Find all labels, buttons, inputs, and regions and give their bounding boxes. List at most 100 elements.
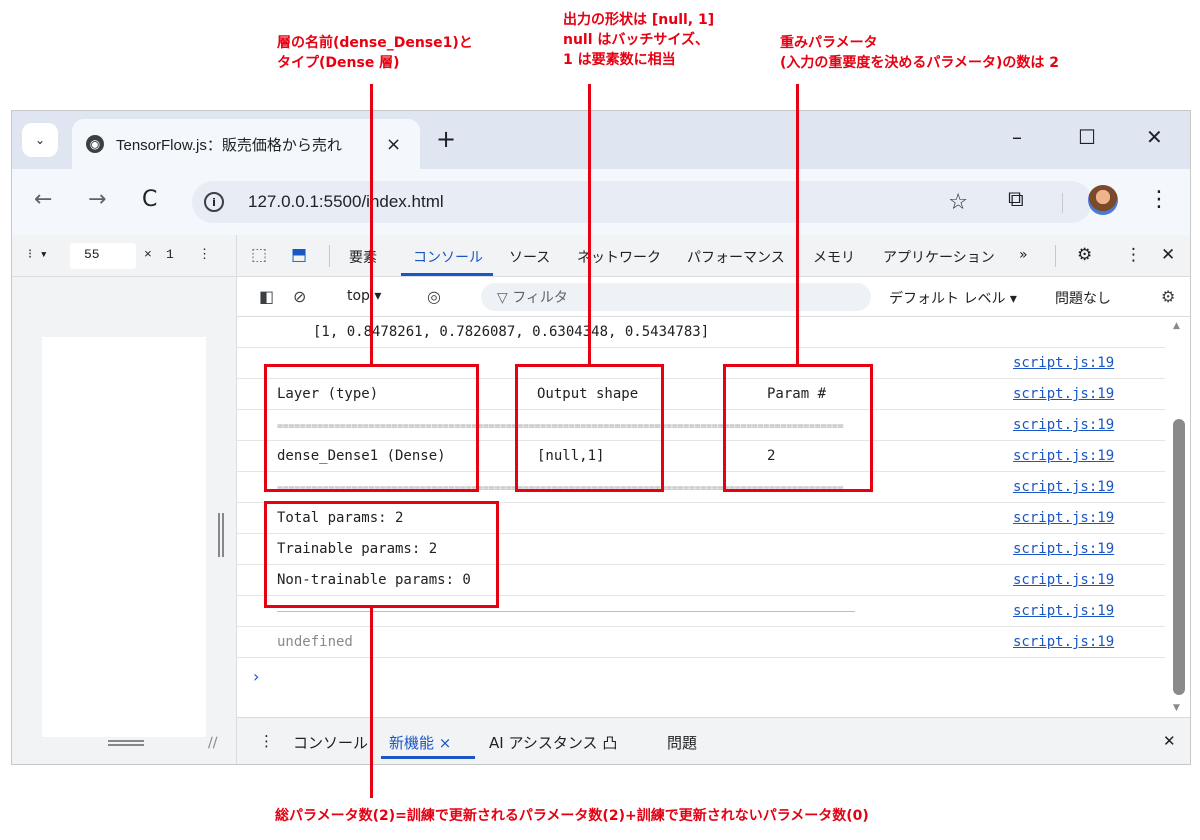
site-info-icon[interactable]: i [204, 192, 224, 212]
leader-line-totals [370, 606, 373, 798]
url-text[interactable]: 127.0.0.1:5500/index.html [248, 192, 444, 212]
width-input[interactable] [70, 243, 136, 269]
height-value[interactable]: 1 [166, 247, 174, 262]
reload-button[interactable]: C [142, 187, 157, 212]
device-toggle-icon[interactable]: ⬒ [291, 245, 307, 265]
tab-sources[interactable]: ソース [509, 247, 550, 267]
browser-tab[interactable]: ◉ TensorFlow.js：販売価格から売れ × [72, 119, 420, 169]
source-link[interactable]: script.js:19 [1013, 355, 1114, 371]
address-bar[interactable]: i 127.0.0.1:5500/index.html ☆ [192, 181, 1092, 223]
drawer-more-icon[interactable]: ⋮ [259, 732, 274, 750]
source-link[interactable]: script.js:19 [1013, 634, 1114, 650]
leader-line-output-shape [588, 84, 591, 366]
tab-close-icon[interactable]: × [386, 134, 401, 155]
source-link[interactable]: script.js:19 [1013, 417, 1114, 433]
tab-performance[interactable]: パフォーマンス [687, 247, 785, 267]
devtools-tabbar: ⬚ ⬒ 要素 コンソール ソース ネットワーク パフォーマンス メモリ アプリケ… [237, 235, 1190, 277]
device-more-icon[interactable]: ⋮ [198, 247, 211, 262]
page-preview [42, 337, 206, 737]
issues-counter[interactable]: 問題なし [1055, 288, 1111, 308]
console-scrollbar[interactable]: ▲ ▼ [1167, 317, 1189, 717]
close-window-button[interactable]: ✕ [1146, 125, 1163, 149]
bottom-drawer: ⋮ コンソール 新機能 × AI アシスタンス 凸 問題 ✕ [237, 717, 1190, 764]
width-value: 55 [84, 247, 100, 262]
highlight-box-params [723, 364, 873, 492]
annotation-params: 重みパラメータ (入力の重要度を決めるパラメータ)の数は 2 [780, 33, 1059, 73]
tab-memory[interactable]: メモリ [813, 247, 855, 267]
source-link[interactable]: script.js:19 [1013, 479, 1114, 495]
active-tab-indicator [401, 273, 493, 276]
new-tab-button[interactable]: + [436, 125, 456, 153]
summary-underline [277, 611, 855, 612]
chevron-down-icon: ⌄ [34, 133, 46, 147]
leader-line-layer [370, 84, 373, 366]
resize-handle-bottom[interactable] [108, 740, 144, 746]
sidebar-toggle-icon[interactable]: ◧ [259, 287, 274, 306]
tab-application[interactable]: アプリケーション [883, 247, 995, 267]
maximize-button[interactable]: ☐ [1078, 125, 1096, 149]
inspect-element-icon[interactable]: ⬚ [251, 245, 267, 265]
log-levels-select[interactable]: デフォルト レベル ▾ [889, 288, 1017, 308]
source-link[interactable]: script.js:19 [1013, 541, 1114, 557]
device-toolbar: ⁝ ▾ 55 × 1 ⋮ [12, 235, 236, 277]
drawer-tab-issues[interactable]: 問題 [667, 732, 697, 753]
back-button[interactable]: ← [34, 187, 52, 212]
scroll-thumb[interactable] [1173, 419, 1185, 695]
context-select[interactable]: top ▾ [347, 288, 381, 304]
source-link[interactable]: script.js:19 [1013, 448, 1114, 464]
source-link[interactable]: script.js:19 [1013, 572, 1114, 588]
scroll-down-icon[interactable]: ▼ [1173, 703, 1180, 713]
page-viewport-area: ⁝ ▾ 55 × 1 ⋮ ∕∕ [12, 235, 236, 764]
tab-title: TensorFlow.js：販売価格から売れ [116, 136, 342, 154]
console-settings-icon[interactable]: ⚙ [1161, 287, 1175, 306]
times-sign: × [144, 247, 152, 262]
console-prompt[interactable]: › [253, 667, 259, 686]
annotation-line: 1 は要素数に相当 [563, 52, 676, 68]
annotation-line: 出力の形状は [null, 1] [563, 12, 715, 28]
settings-icon[interactable]: ⚙ [1077, 245, 1092, 265]
highlight-box-output-shape [515, 364, 664, 492]
devtools-close-icon[interactable]: ✕ [1161, 245, 1175, 265]
annotation-line: null はバッチサイズ、 [563, 32, 709, 48]
drawer-tab-whats-new[interactable]: 新機能 × [389, 732, 451, 753]
console-toolbar: ◧ ⊘ top ▾ ◎ ▽ フィルタ デフォルト レベル ▾ 問題なし ⚙ [237, 277, 1190, 317]
source-link[interactable]: script.js:19 [1013, 603, 1114, 619]
annotation-line: タイプ(Dense 層) [277, 55, 400, 71]
annotation-layer-name: 層の名前(dense_Dense1)と タイプ(Dense 層) [277, 33, 473, 73]
tab-console[interactable]: コンソール [413, 247, 483, 267]
annotation-line: 重みパラメータ [780, 35, 878, 51]
profile-avatar[interactable] [1088, 185, 1118, 215]
annotation-line: (入力の重要度を決めるパラメータ)の数は 2 [780, 55, 1059, 71]
browser-toolbar: ← → C i 127.0.0.1:5500/index.html ☆ ⧉ ⋮ [12, 169, 1190, 235]
extensions-icon[interactable]: ⧉ [1008, 187, 1024, 212]
drawer-close-icon[interactable]: ✕ [1163, 732, 1176, 750]
resize-corner-icon[interactable]: ∕∕ [208, 735, 217, 751]
undefined-output: undefined [277, 634, 353, 650]
more-tabs-icon[interactable]: » [1019, 247, 1028, 263]
filter-input[interactable]: ▽ フィルタ [481, 283, 871, 311]
annotation-output-shape: 出力の形状は [null, 1] null はバッチサイズ、 1 は要素数に相当 [563, 10, 714, 70]
live-expression-eye-icon[interactable]: ◎ [427, 287, 441, 306]
scroll-up-icon[interactable]: ▲ [1173, 321, 1180, 331]
drawer-active-indicator [381, 756, 475, 759]
forward-button[interactable]: → [88, 187, 106, 212]
source-link[interactable]: script.js:19 [1013, 510, 1114, 526]
drawer-tab-ai-assistance[interactable]: AI アシスタンス 凸 [489, 732, 617, 753]
devtools-more-icon[interactable]: ⋮ [1125, 245, 1142, 265]
highlight-box-layer [264, 364, 479, 492]
device-select[interactable]: ⁝ ▾ [28, 247, 48, 262]
console-message: [1, 0.8478261, 0.7826087, 0.6304348, 0.5… [237, 317, 1165, 348]
clear-console-icon[interactable]: ⊘ [293, 287, 306, 306]
tab-search-button[interactable]: ⌄ [22, 123, 58, 157]
leader-line-params [796, 84, 799, 366]
resize-handle-right[interactable] [218, 513, 224, 557]
bookmark-star-icon[interactable]: ☆ [948, 190, 968, 215]
minimize-button[interactable]: – [1012, 125, 1022, 149]
tab-strip: ⌄ ◉ TensorFlow.js：販売価格から売れ × + – ☐ ✕ [12, 111, 1190, 169]
highlight-box-param-totals [264, 501, 499, 608]
browser-menu-icon[interactable]: ⋮ [1148, 187, 1170, 212]
toolbar-divider [1062, 193, 1063, 213]
source-link[interactable]: script.js:19 [1013, 386, 1114, 402]
annotation-line: 層の名前(dense_Dense1)と [277, 35, 473, 51]
drawer-tab-console[interactable]: コンソール [293, 732, 368, 753]
